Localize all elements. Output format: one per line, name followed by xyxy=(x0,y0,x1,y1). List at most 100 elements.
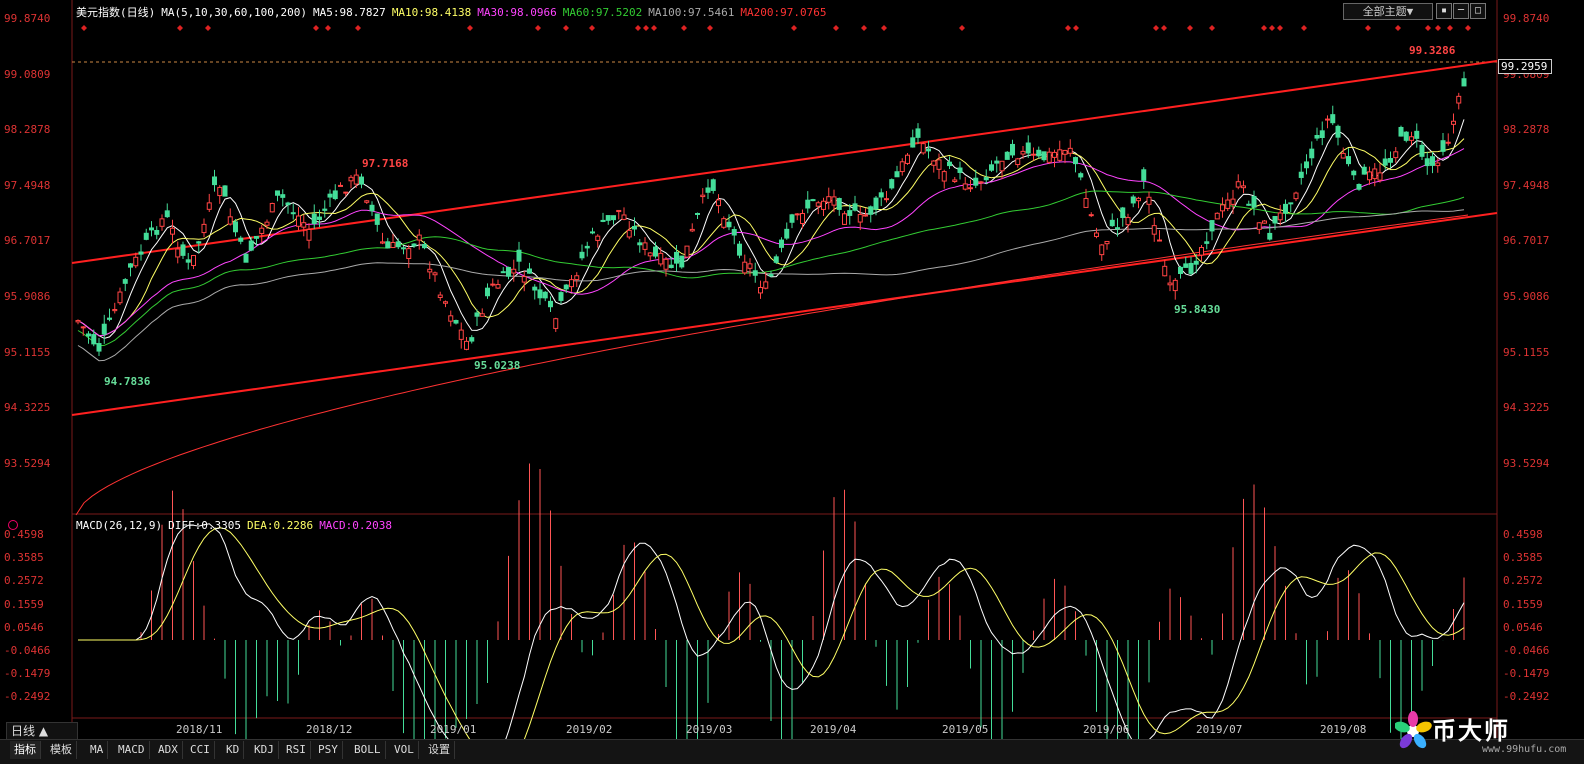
candle-body xyxy=(443,301,448,304)
theme-dropdown[interactable]: 全部主题▼ xyxy=(1343,3,1433,20)
tab-6[interactable]: KD xyxy=(222,741,245,759)
tab-1[interactable]: 模板 xyxy=(46,741,77,759)
candle-body xyxy=(784,228,790,239)
macd-axis-left-label: 0.3585 xyxy=(4,551,44,565)
signal-marker xyxy=(1153,25,1159,31)
candle-body xyxy=(1130,196,1136,204)
candle-body xyxy=(962,183,968,190)
candle-body xyxy=(1020,150,1026,155)
tab-10[interactable]: BOLL xyxy=(350,741,386,759)
price-chart[interactable] xyxy=(0,0,1584,763)
candle-body xyxy=(107,317,112,320)
tab-3[interactable]: MACD xyxy=(114,741,150,759)
candle-body xyxy=(726,221,732,228)
tab-7[interactable]: KDJ xyxy=(250,741,279,759)
tab-4[interactable]: ADX xyxy=(154,741,183,759)
candle-body xyxy=(542,291,548,299)
macd-header: MACD(26,12,9) DIFF:0.3305 DEA:0.2286 MACD:0… xyxy=(76,519,398,532)
candle-body xyxy=(1057,149,1063,161)
signal-marker xyxy=(1435,25,1441,31)
tab-9[interactable]: PSY xyxy=(314,741,343,759)
candle-body xyxy=(1188,262,1194,274)
ma60-line xyxy=(77,190,1465,347)
candle-body xyxy=(479,313,485,317)
candle-body xyxy=(621,214,627,220)
indicator-gear-icon[interactable] xyxy=(8,520,18,530)
candle-body xyxy=(427,268,433,273)
candle-body xyxy=(112,309,118,312)
macd-axis-right-label: 0.1559 xyxy=(1503,597,1543,611)
candle-body xyxy=(1456,95,1462,104)
candle-body xyxy=(721,218,727,228)
candle-body xyxy=(1382,158,1388,166)
candle-body xyxy=(1157,239,1162,242)
candle-body xyxy=(243,253,249,263)
period-selector[interactable]: 日线 ▲ xyxy=(6,722,78,740)
instrument-title: 美元指数(日线) xyxy=(76,6,156,19)
minimize-icon[interactable]: ─ xyxy=(1453,3,1469,19)
candle-body xyxy=(170,227,175,235)
tab-11[interactable]: VOL xyxy=(390,741,419,759)
macd-axis-right-label: 0.0546 xyxy=(1503,620,1543,634)
signal-marker xyxy=(707,25,713,31)
candle-body xyxy=(1146,196,1152,205)
candle-body xyxy=(380,241,385,244)
macd-axis-right-label: 0.2572 xyxy=(1503,574,1543,588)
x-axis-label: 2019/07 xyxy=(1196,723,1243,736)
candle-body xyxy=(1435,162,1441,167)
candle-body xyxy=(605,215,611,221)
tab-12[interactable]: 设置 xyxy=(424,741,455,759)
macd-axis-left-label: 0.2572 xyxy=(4,574,44,588)
ma5-value: MA5:98.7827 xyxy=(312,6,386,19)
candle-body xyxy=(301,222,307,228)
price-axis-left-label: 93.5294 xyxy=(4,456,51,470)
candle-body xyxy=(758,286,763,294)
candle-body xyxy=(926,148,931,152)
candle-body xyxy=(1398,126,1404,137)
candle-body xyxy=(1041,151,1047,161)
tab-8[interactable]: RSI xyxy=(282,741,311,759)
x-axis-label: 2019/05 xyxy=(942,723,989,736)
tab-0[interactable]: 指标 xyxy=(10,741,41,759)
maximize-icon[interactable]: □ xyxy=(1470,3,1486,19)
candle-body xyxy=(952,179,958,182)
candle-body xyxy=(511,268,517,274)
candle-body xyxy=(1340,152,1346,159)
candle-body xyxy=(1330,114,1336,124)
candle-body xyxy=(737,243,742,256)
candle-body xyxy=(1372,168,1378,180)
signal-marker xyxy=(81,25,87,31)
candle-body xyxy=(1246,203,1252,206)
candle-body xyxy=(1356,183,1362,190)
candle-body xyxy=(679,255,685,268)
tab-5[interactable]: CCI xyxy=(186,741,215,759)
price-axis-right-label: 93.5294 xyxy=(1503,456,1550,470)
high-annotation: 97.7168 xyxy=(362,157,409,170)
candle-body xyxy=(343,191,349,194)
candle-body xyxy=(1151,225,1157,235)
tab-2[interactable]: MA xyxy=(86,741,109,759)
signal-marker xyxy=(1187,25,1193,31)
candle-body xyxy=(1178,266,1183,274)
candle-body xyxy=(485,287,490,297)
candle-body xyxy=(406,248,412,259)
candle-body xyxy=(1062,149,1068,155)
settings-icon[interactable]: ▪ xyxy=(1436,3,1452,19)
candle-body xyxy=(1440,140,1446,152)
channel-bottom-line xyxy=(71,212,1498,416)
candle-body xyxy=(1230,198,1236,205)
signal-marker xyxy=(325,25,331,31)
candle-body xyxy=(632,225,637,230)
candle-body xyxy=(805,199,811,209)
candle-body xyxy=(164,210,170,218)
candle-body xyxy=(899,161,905,173)
candle-body xyxy=(826,196,832,203)
candle-body xyxy=(1083,198,1089,208)
candle-body xyxy=(611,215,616,221)
candle-body xyxy=(206,202,212,210)
price-axis-right-label: 94.3225 xyxy=(1503,401,1550,415)
candle-body xyxy=(532,286,538,291)
candle-body xyxy=(689,228,695,232)
candle-body xyxy=(175,248,181,258)
candle-body xyxy=(390,241,396,249)
